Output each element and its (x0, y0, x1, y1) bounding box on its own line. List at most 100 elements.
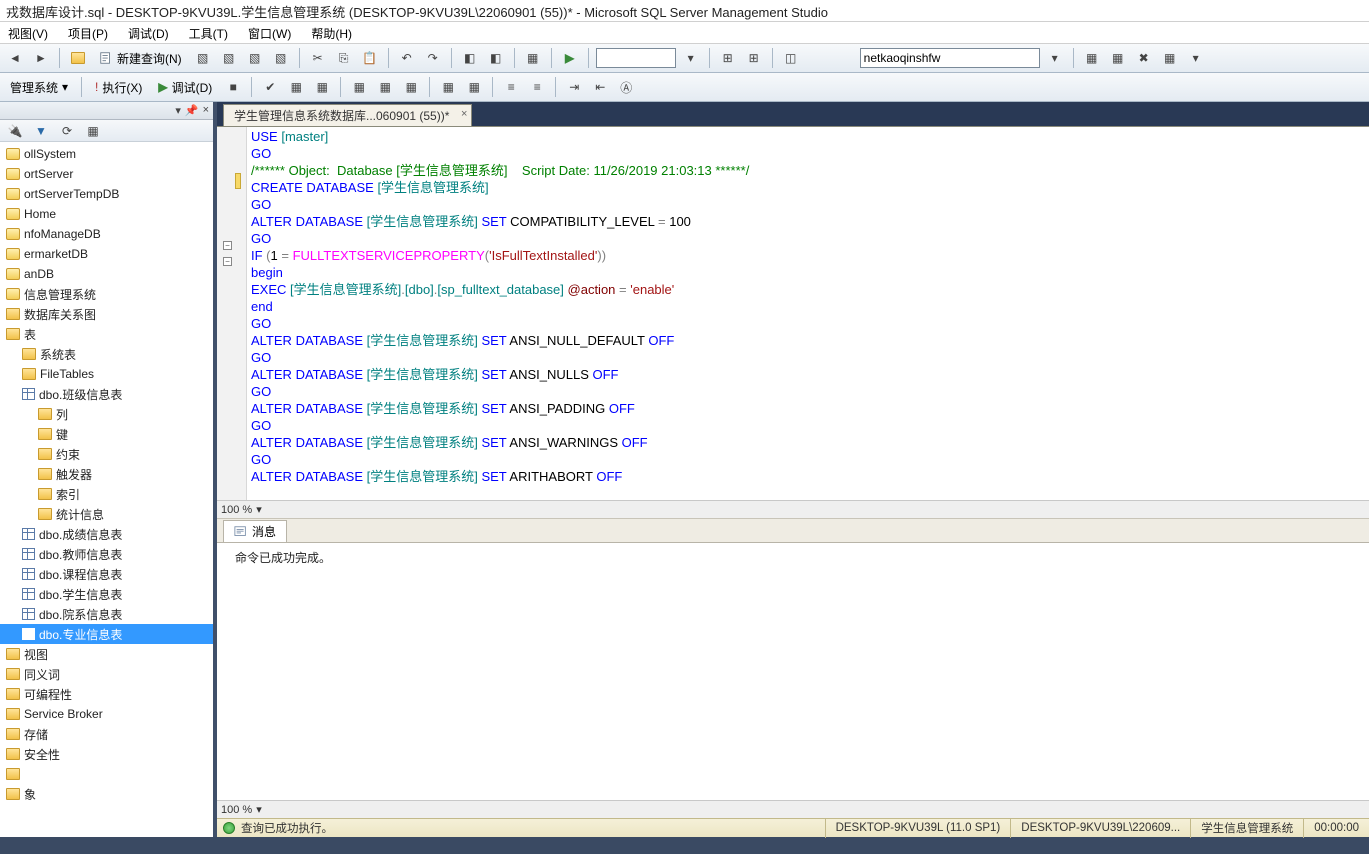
panel-pin-icon[interactable]: 📌 (185, 104, 199, 117)
tb-btn-9[interactable]: ⊞ (743, 47, 765, 69)
tb2-7[interactable]: ▦ (463, 76, 485, 98)
nav-fwd-icon[interactable]: ► (30, 47, 52, 69)
tree-item[interactable]: 键 (0, 424, 213, 444)
copy-icon[interactable]: ⎘ (333, 47, 355, 69)
tab-close-icon[interactable]: × (461, 108, 467, 120)
tb-btn-11[interactable]: ▦ (1081, 47, 1103, 69)
tb2-9[interactable]: ≡ (526, 76, 548, 98)
tb-btn-13[interactable]: ✖ (1133, 47, 1155, 69)
tb-btn-14[interactable]: ▦ (1159, 47, 1181, 69)
find-dropdown-icon[interactable]: ▾ (680, 47, 702, 69)
new-query-button[interactable]: 新建查询(N) (93, 47, 188, 69)
db-combo[interactable]: 管理系统 ▾ (4, 76, 74, 98)
tree-item[interactable]: 索引 (0, 484, 213, 504)
continue-icon[interactable]: ▶ (559, 47, 581, 69)
tree-item[interactable]: dbo.成绩信息表 (0, 524, 213, 544)
object-explorer-tree[interactable]: ollSystemortServerortServerTempDBHomenfo… (0, 142, 213, 837)
debug-button[interactable]: ▶ 调试(D) (152, 76, 218, 98)
tree-item[interactable]: 安全性 (0, 744, 213, 764)
tb2-2[interactable]: ▦ (311, 76, 333, 98)
zoom-value[interactable]: 100 % (221, 504, 252, 516)
menu-debug[interactable]: 调试(D) (124, 24, 173, 41)
tb2-6[interactable]: ▦ (437, 76, 459, 98)
redo-icon[interactable]: ↷ (422, 47, 444, 69)
tree-item[interactable]: 系统表 (0, 344, 213, 364)
tb2-4[interactable]: ▦ (374, 76, 396, 98)
tb-btn-12[interactable]: ▦ (1107, 47, 1129, 69)
tree-item[interactable]: 信息管理系统 (0, 284, 213, 304)
panel-dropdown-icon[interactable]: ▾ (175, 104, 181, 117)
tb-btn-2[interactable]: ▧ (218, 47, 240, 69)
oe-connect-icon[interactable]: 🔌 (4, 120, 26, 142)
find-input[interactable] (596, 48, 676, 68)
tree-item[interactable]: ortServer (0, 164, 213, 184)
menu-project[interactable]: 项目(P) (64, 24, 112, 41)
tb-btn-1[interactable]: ▧ (192, 47, 214, 69)
tree-item[interactable]: 同义词 (0, 664, 213, 684)
execute-button[interactable]: ! 执行(X) (89, 76, 148, 98)
tree-item[interactable]: dbo.院系信息表 (0, 604, 213, 624)
oe-refresh-icon[interactable]: ⟳ (56, 120, 78, 142)
tb-btn-8[interactable]: ⊞ (717, 47, 739, 69)
tree-item[interactable]: 触发器 (0, 464, 213, 484)
stop-icon[interactable]: ■ (222, 76, 244, 98)
sql-editor[interactable]: − − USE [master] GO /****** Object: Data… (217, 127, 1369, 500)
menu-help[interactable]: 帮助(H) (307, 24, 356, 41)
tb-btn-10[interactable]: ◫ (780, 47, 802, 69)
zoom-value-2[interactable]: 100 % (221, 804, 252, 816)
menu-window[interactable]: 窗口(W) (244, 24, 295, 41)
tb2-12[interactable]: Ⓐ (615, 76, 637, 98)
tb2-3[interactable]: ▦ (348, 76, 370, 98)
zoom-dropdown-icon[interactable]: ▾ (256, 503, 262, 516)
tree-item[interactable]: dbo.课程信息表 (0, 564, 213, 584)
tb-btn-7[interactable]: ▦ (522, 47, 544, 69)
tree-item[interactable]: dbo.教师信息表 (0, 544, 213, 564)
proc-combo-dropdown-icon[interactable]: ▾ (1044, 47, 1066, 69)
tb-btn-3[interactable]: ▧ (244, 47, 266, 69)
tree-item[interactable]: ortServerTempDB (0, 184, 213, 204)
menu-tools[interactable]: 工具(T) (185, 24, 232, 41)
tree-item[interactable] (0, 764, 213, 784)
cut-icon[interactable]: ✂ (307, 47, 329, 69)
tree-item[interactable]: 统计信息 (0, 504, 213, 524)
tree-item[interactable]: 列 (0, 404, 213, 424)
paste-icon[interactable]: 📋 (359, 47, 381, 69)
tree-item[interactable]: dbo.班级信息表 (0, 384, 213, 404)
messages-tab[interactable]: 消息 (223, 520, 287, 542)
oe-filter-icon[interactable]: ▼ (30, 120, 52, 142)
proc-combo[interactable] (860, 48, 1040, 68)
tree-item[interactable]: 象 (0, 784, 213, 804)
tree-item[interactable]: FileTables (0, 364, 213, 384)
indent-icon[interactable]: ⇥ (563, 76, 585, 98)
zoom-dropdown-icon-2[interactable]: ▾ (256, 803, 262, 816)
tb-btn-15[interactable]: ▾ (1185, 47, 1207, 69)
tree-item[interactable]: Service Broker (0, 704, 213, 724)
outdent-icon[interactable]: ⇤ (589, 76, 611, 98)
tree-item[interactable]: ollSystem (0, 144, 213, 164)
tree-item[interactable]: anDB (0, 264, 213, 284)
oe-stop-icon[interactable]: ▦ (82, 120, 104, 142)
panel-close-icon[interactable]: × (203, 104, 209, 117)
tb-btn-4[interactable]: ▧ (270, 47, 292, 69)
tb2-1[interactable]: ▦ (285, 76, 307, 98)
tree-item[interactable]: 视图 (0, 644, 213, 664)
undo-icon[interactable]: ↶ (396, 47, 418, 69)
tree-item[interactable]: 可编程性 (0, 684, 213, 704)
parse-icon[interactable]: ✔ (259, 76, 281, 98)
tree-item[interactable]: dbo.专业信息表 (0, 624, 213, 644)
nav-back-icon[interactable]: ◄ (4, 47, 26, 69)
messages-body[interactable]: 命令已成功完成。 (217, 542, 1369, 800)
tb2-8[interactable]: ≡ (500, 76, 522, 98)
tree-item[interactable]: 约束 (0, 444, 213, 464)
tree-item[interactable]: ermarketDB (0, 244, 213, 264)
editor-tab[interactable]: 学生管理信息系统数据库...060901 (55))* × (223, 104, 472, 126)
code-area[interactable]: USE [master] GO /****** Object: Database… (247, 127, 1369, 500)
tb2-5[interactable]: ▦ (400, 76, 422, 98)
tree-item[interactable]: Home (0, 204, 213, 224)
tb-btn-6[interactable]: ◧ (485, 47, 507, 69)
tree-item[interactable]: nfoManageDB (0, 224, 213, 244)
tree-item[interactable]: 表 (0, 324, 213, 344)
tb-btn-5[interactable]: ◧ (459, 47, 481, 69)
tree-item[interactable]: dbo.学生信息表 (0, 584, 213, 604)
tree-item[interactable]: 数据库关系图 (0, 304, 213, 324)
